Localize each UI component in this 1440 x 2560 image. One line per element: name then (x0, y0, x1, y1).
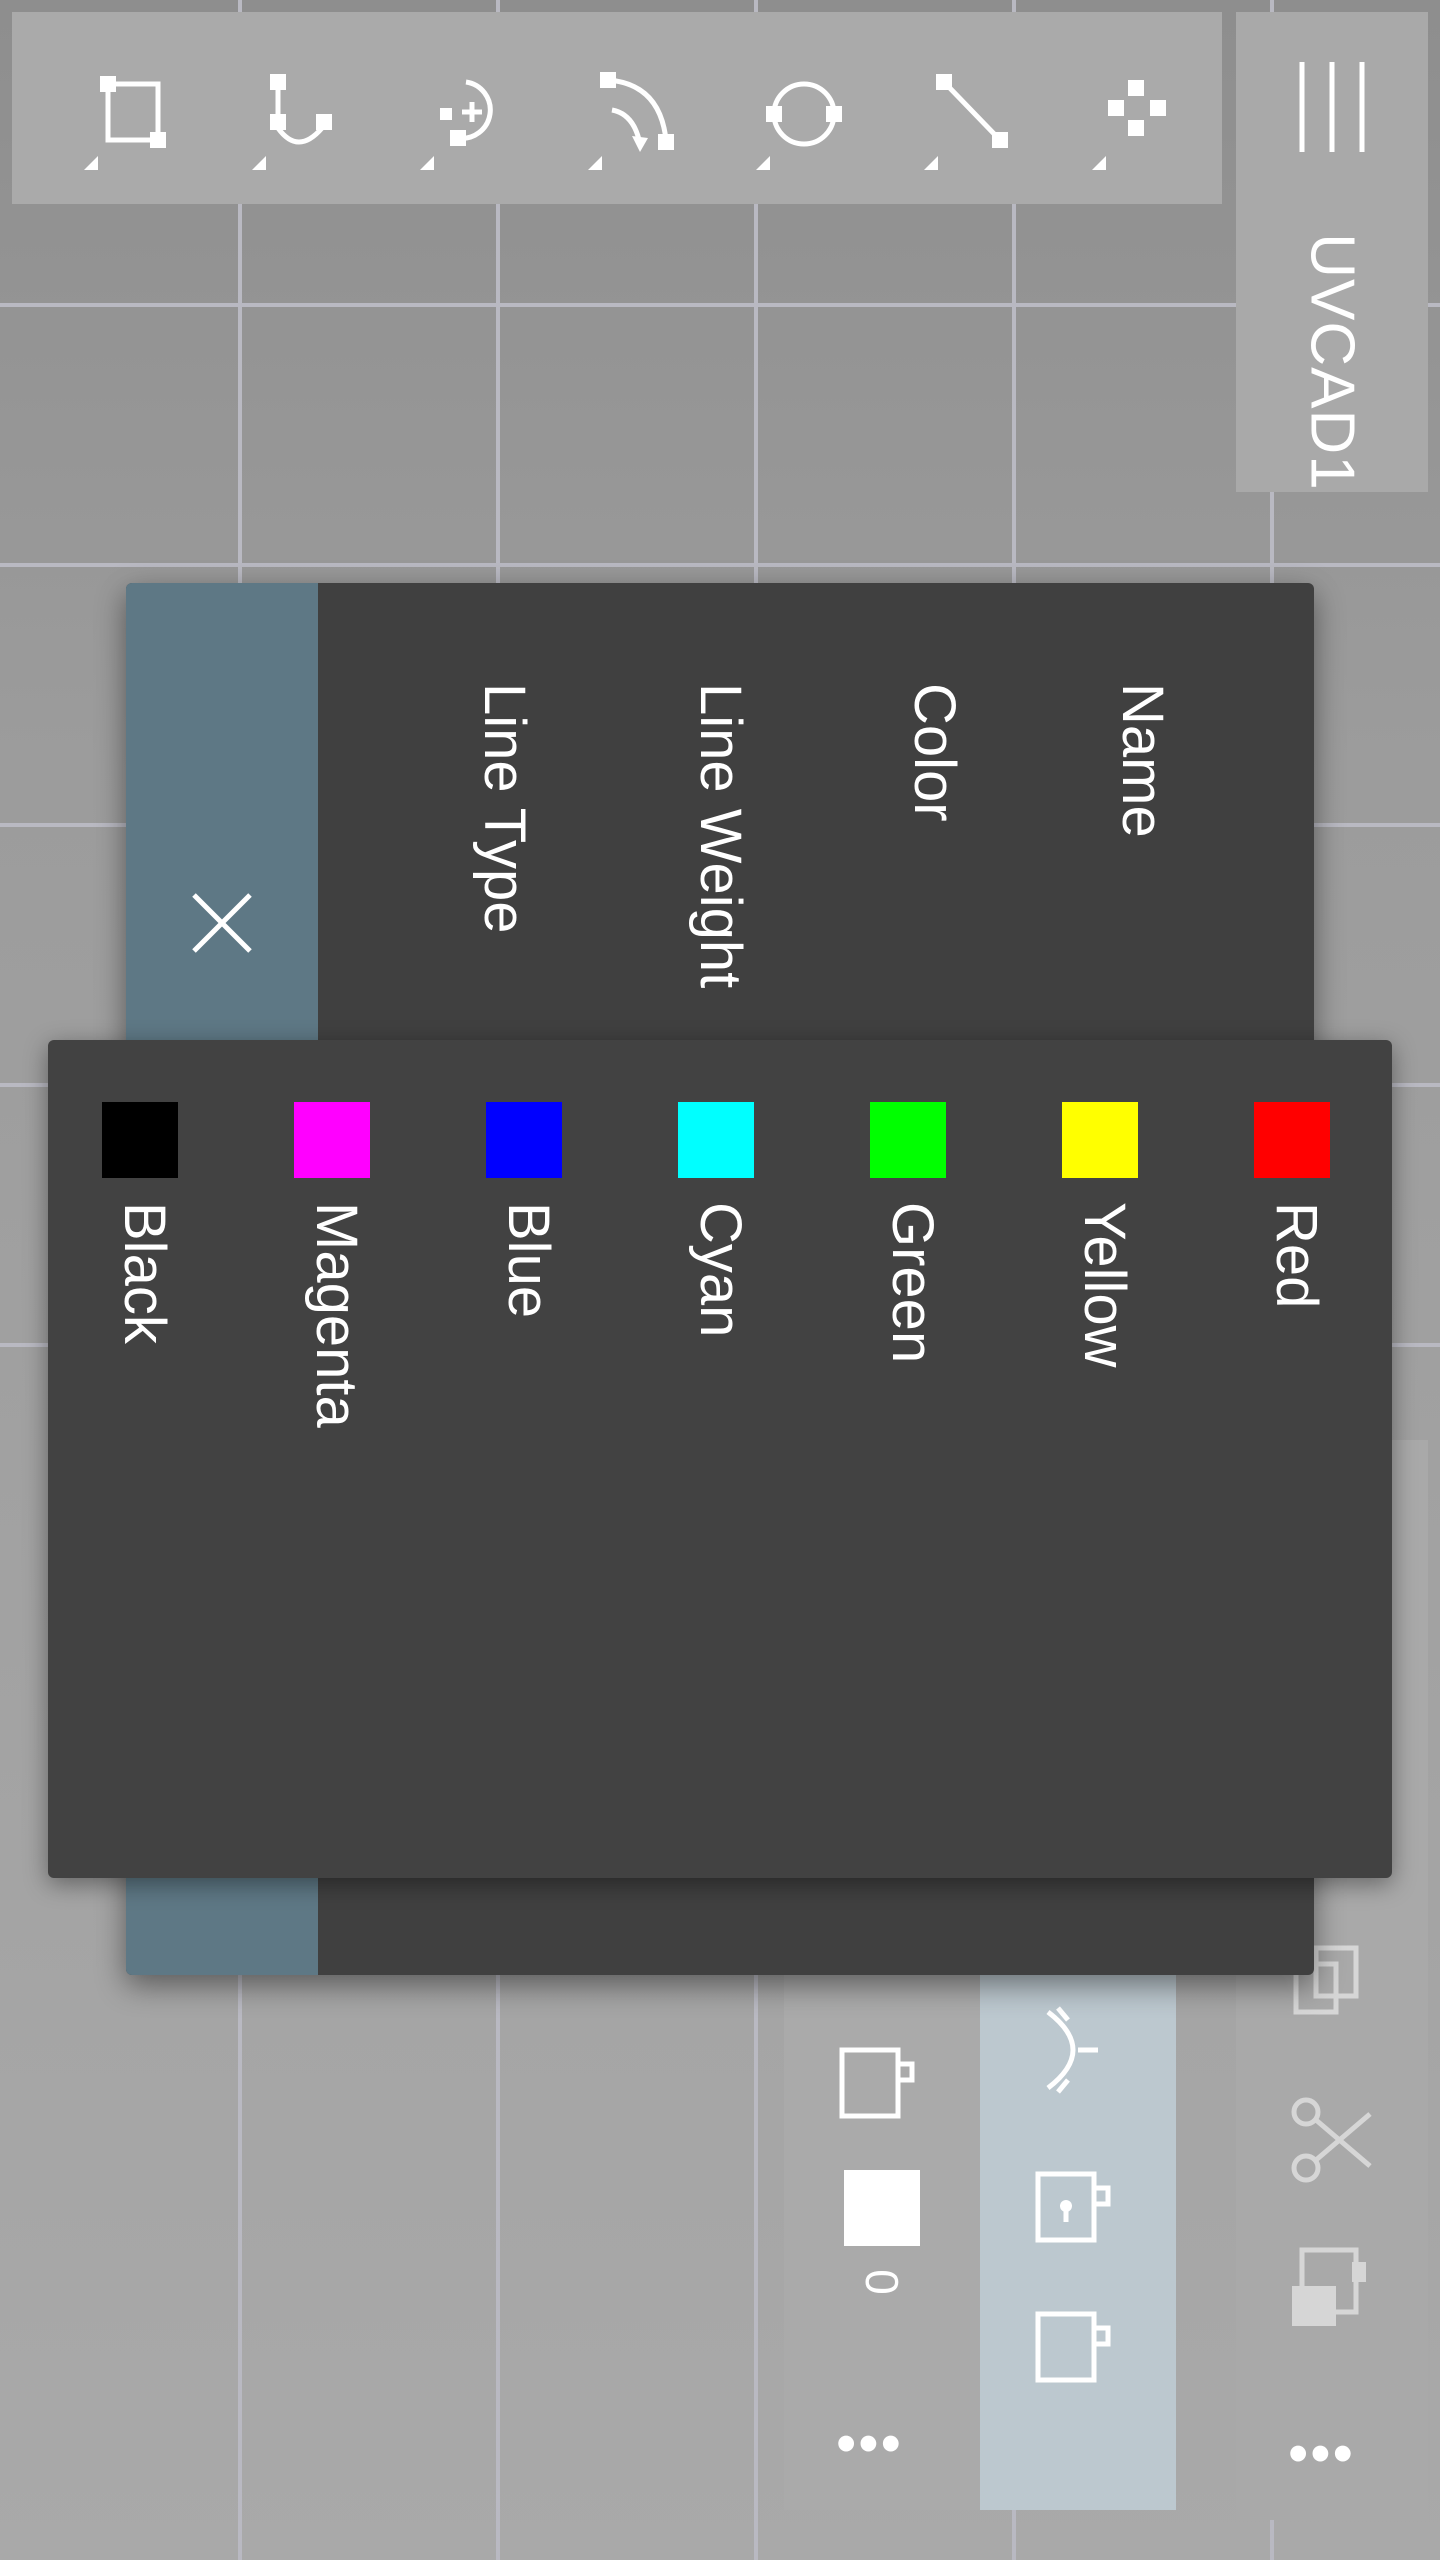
rectangle-crop-tool[interactable] (70, 52, 190, 172)
scissors-icon[interactable] (1282, 2090, 1382, 2190)
color-label: Black (112, 1202, 177, 1344)
trim-curve-tool[interactable] (238, 52, 358, 172)
rectangle-crop-icon (84, 76, 166, 170)
paste-icon[interactable] (1282, 2240, 1382, 2340)
layer-number: 0 (856, 2269, 908, 2295)
points-grid-icon (1092, 80, 1166, 170)
color-swatch (102, 1102, 178, 1178)
color-swatch (1254, 1102, 1330, 1178)
color-option-yellow[interactable]: Yellow (1050, 1102, 1150, 1622)
color-swatch (870, 1102, 946, 1178)
layer-visibility-column (980, 1960, 1176, 2510)
color-swatch (294, 1102, 370, 1178)
color-label: Cyan (688, 1202, 753, 1338)
color-label: Yellow (1072, 1202, 1137, 1368)
rotate-arc-tool[interactable] (574, 52, 694, 172)
layer-lock-icon[interactable] (832, 2036, 932, 2136)
menu-icon[interactable] (1282, 52, 1382, 162)
color-swatch (1062, 1102, 1138, 1178)
color-option-black[interactable]: Black (90, 1102, 190, 1622)
color-option-green[interactable]: Green (858, 1102, 958, 1622)
circle-icon (756, 81, 842, 170)
lock-icon[interactable] (1028, 2160, 1128, 2260)
color-picker: Red Yellow Green Cyan Blue Magenta Black (48, 1040, 1392, 1878)
line-weight-field[interactable]: Line Weight (687, 683, 754, 988)
layer-color-swatch[interactable] (844, 2170, 920, 2246)
side-more-button[interactable]: ••• (1288, 2420, 1355, 2487)
name-field[interactable]: Name (1109, 683, 1176, 838)
layer-more-button[interactable]: ••• (836, 2410, 903, 2477)
document-strip: UVCAD1 (1236, 12, 1428, 492)
document-title: UVCAD1 (1297, 233, 1367, 491)
add-point-icon (420, 79, 493, 170)
color-swatch (486, 1102, 562, 1178)
layer-icon[interactable] (1028, 2300, 1128, 2400)
color-option-magenta[interactable]: Magenta (282, 1102, 382, 1622)
color-swatch (678, 1102, 754, 1178)
close-icon[interactable] (182, 883, 262, 963)
points-tool[interactable] (1078, 52, 1198, 172)
rotate-arc-icon (588, 72, 674, 170)
eye-closed-icon[interactable] (1028, 2000, 1128, 2100)
trim-curve-icon (252, 74, 332, 170)
color-option-cyan[interactable]: Cyan (666, 1102, 766, 1622)
color-field[interactable]: Color (901, 683, 968, 822)
layer-properties-column: 0 ••• (784, 1960, 980, 2510)
color-label: Green (880, 1202, 945, 1364)
line-icon (924, 74, 1008, 170)
circle-tool[interactable] (742, 52, 862, 172)
color-option-blue[interactable]: Blue (474, 1102, 574, 1622)
line-tool[interactable] (910, 52, 1030, 172)
color-option-red[interactable]: Red (1242, 1102, 1342, 1622)
color-label: Blue (496, 1202, 561, 1319)
add-point-tool[interactable] (406, 52, 526, 172)
line-type-field[interactable]: Line Type (471, 683, 538, 933)
top-toolbar (12, 12, 1222, 204)
color-label: Red (1264, 1202, 1329, 1309)
color-label: Magenta (304, 1202, 369, 1428)
